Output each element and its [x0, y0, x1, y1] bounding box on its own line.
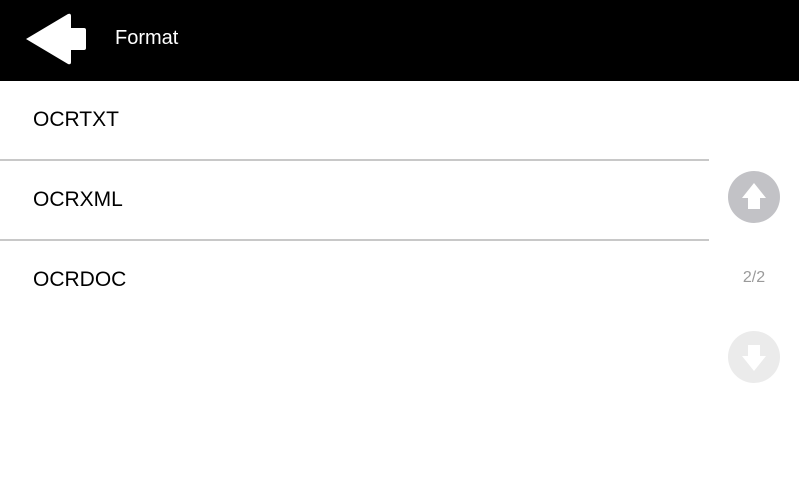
page-indicator: 2/2: [742, 269, 766, 286]
back-arrow-icon: [26, 13, 86, 65]
header-bar: Format: [0, 0, 799, 81]
list-item-label: OCRDOC: [33, 268, 127, 291]
list-item-ocrtxt[interactable]: OCRTXT: [0, 81, 709, 161]
list-item-label: OCRTXT: [33, 108, 119, 131]
list-item-ocrdoc[interactable]: OCRDOC: [0, 241, 709, 321]
page-title: Format: [115, 27, 179, 49]
scroll-down-button[interactable]: [728, 331, 780, 383]
scroll-up-button[interactable]: [728, 171, 780, 223]
format-list: OCRTXT OCRXML OCRDOC: [0, 81, 709, 321]
list-item-label: OCRXML: [33, 188, 123, 211]
back-button[interactable]: [22, 10, 92, 68]
list-item-ocrxml[interactable]: OCRXML: [0, 161, 709, 241]
arrow-up-icon: [742, 183, 766, 209]
arrow-down-icon: [742, 345, 766, 371]
